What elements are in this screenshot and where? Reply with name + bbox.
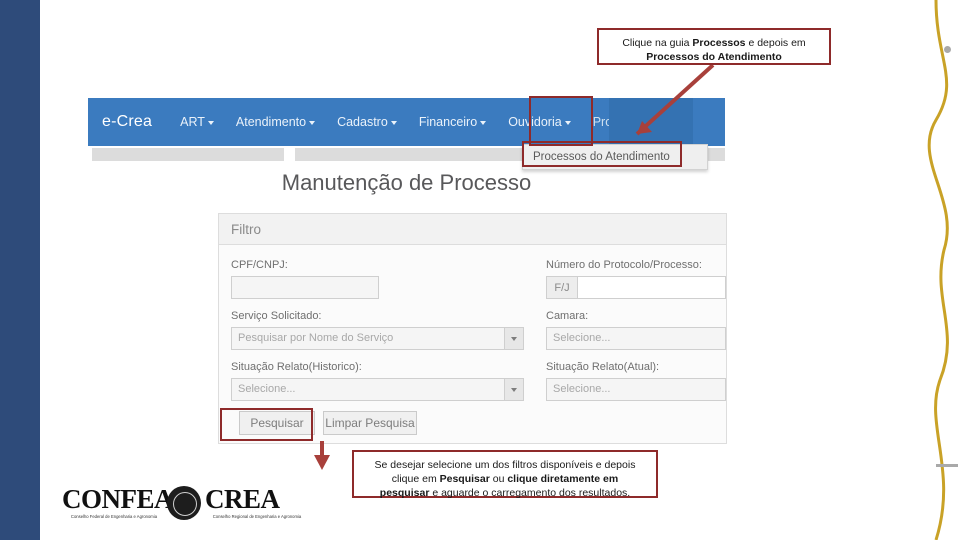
decorative-tick bbox=[936, 464, 958, 467]
clear-search-button-label: Limpar Pesquisa bbox=[325, 416, 415, 430]
left-accent-bar bbox=[0, 0, 40, 540]
decorative-dot bbox=[944, 46, 951, 53]
select-servico-solicitado[interactable]: Pesquisar por Nome do Serviço bbox=[231, 327, 524, 350]
gold-decorative-curve bbox=[927, 0, 949, 540]
app-navbar: e-Crea ART Atendimento Cadastro Financei… bbox=[88, 98, 725, 146]
label-situacao-relato-atual: Situação Relato(Atual): bbox=[546, 361, 660, 373]
select-camara[interactable]: Selecione... bbox=[546, 327, 726, 350]
nav-item-art[interactable]: ART bbox=[180, 115, 214, 129]
chevron-down-icon[interactable] bbox=[504, 328, 523, 349]
content-placeholder-strip-left bbox=[92, 148, 284, 161]
callout-bottom-line1: Se desejar selecione um dos filtros disp… bbox=[374, 459, 636, 471]
highlight-processos-do-atendimento bbox=[522, 141, 682, 167]
confea-wordmark: CONFEA bbox=[62, 484, 174, 514]
nav-item-cadastro[interactable]: Cadastro bbox=[337, 115, 397, 129]
select-camara-placeholder: Selecione... bbox=[553, 332, 611, 344]
label-cpf-cnpj: CPF/CNPJ: bbox=[231, 259, 288, 271]
highlight-processo-tab bbox=[529, 96, 593, 146]
nav-item-financeiro[interactable]: Financeiro bbox=[418, 115, 487, 129]
confea-subtitle: Conselho Federal de Engenharia e Agronom… bbox=[70, 514, 158, 519]
callout-top-part1: Clique na guia bbox=[622, 37, 693, 49]
brand-logo: e-Crea bbox=[102, 113, 153, 130]
label-servico-solicitado: Serviço Solicitado: bbox=[231, 310, 322, 322]
clear-search-button[interactable]: Limpar Pesquisa bbox=[323, 411, 417, 435]
select-situacao-relato-historico[interactable]: Selecione... bbox=[231, 378, 524, 401]
chevron-down-icon bbox=[390, 120, 397, 125]
nav-item-art-label: ART bbox=[180, 115, 205, 129]
chevron-down-icon bbox=[480, 120, 487, 125]
nav-item-financeiro-label: Financeiro bbox=[418, 115, 478, 129]
nav-item-atendimento[interactable]: Atendimento bbox=[235, 115, 316, 129]
filter-panel-title: Filtro bbox=[231, 221, 261, 237]
page-title: Manutenção de Processo bbox=[281, 170, 532, 195]
chevron-down-icon bbox=[309, 120, 316, 125]
callout-bottom-line2-c: ou bbox=[489, 473, 508, 486]
chevron-down-icon[interactable] bbox=[504, 379, 523, 400]
callout-top-part2: e depois em bbox=[745, 37, 806, 49]
chevron-down-icon bbox=[207, 120, 214, 125]
callout-top-bold1: Processos bbox=[692, 37, 746, 49]
highlight-pesquisar-button bbox=[220, 408, 313, 441]
select-situacao-atual-placeholder: Selecione... bbox=[553, 383, 611, 395]
label-situacao-relato-historico: Situação Relato(Historico): bbox=[231, 361, 362, 373]
protocolo-prefix-label: F/J bbox=[547, 277, 578, 298]
crea-wordmark: CREA bbox=[205, 484, 280, 514]
input-numero-protocolo[interactable]: F/J bbox=[546, 276, 726, 299]
label-numero-protocolo: Número do Protocolo/Processo: bbox=[546, 259, 702, 271]
nav-active-highlight bbox=[609, 98, 693, 146]
callout-bottom-line2-a: clique em bbox=[391, 473, 440, 486]
select-situacao-historico-placeholder: Selecione... bbox=[238, 383, 296, 395]
select-situacao-relato-atual[interactable]: Selecione... bbox=[546, 378, 726, 401]
filter-panel-header: Filtro bbox=[219, 214, 726, 245]
slide-canvas: e-Crea ART Atendimento Cadastro Financei… bbox=[0, 0, 960, 540]
callout-bottom-line2-b: Pesquisar bbox=[439, 473, 490, 486]
callout-bottom-line2-d: clique diretamente em bbox=[507, 473, 619, 486]
select-servico-placeholder: Pesquisar por Nome do Serviço bbox=[238, 332, 394, 344]
callout-top-bold2: Processos do Atendimento bbox=[646, 51, 782, 64]
label-camara: Camara: bbox=[546, 310, 589, 322]
callout-top: Clique na guia Processos e depois em Pro… bbox=[597, 28, 831, 65]
input-cpf-cnpj[interactable] bbox=[231, 276, 379, 299]
callout-bottom-line3-a: pesquisar bbox=[379, 487, 430, 500]
crea-subtitle: Conselho Regional de Engenharia e Agrono… bbox=[212, 514, 302, 519]
callout-bottom-line3-b: e aguarde o carregamento dos resultados. bbox=[429, 487, 631, 500]
nav-item-atendimento-label: Atendimento bbox=[235, 115, 307, 129]
callout-bottom: Se desejar selecione um dos filtros disp… bbox=[352, 450, 658, 500]
footer-logos: CONFEA CREA Conselho Federal de Engenhar… bbox=[62, 484, 312, 530]
crea-seal-icon bbox=[167, 486, 201, 520]
nav-item-cadastro-label: Cadastro bbox=[337, 115, 388, 129]
